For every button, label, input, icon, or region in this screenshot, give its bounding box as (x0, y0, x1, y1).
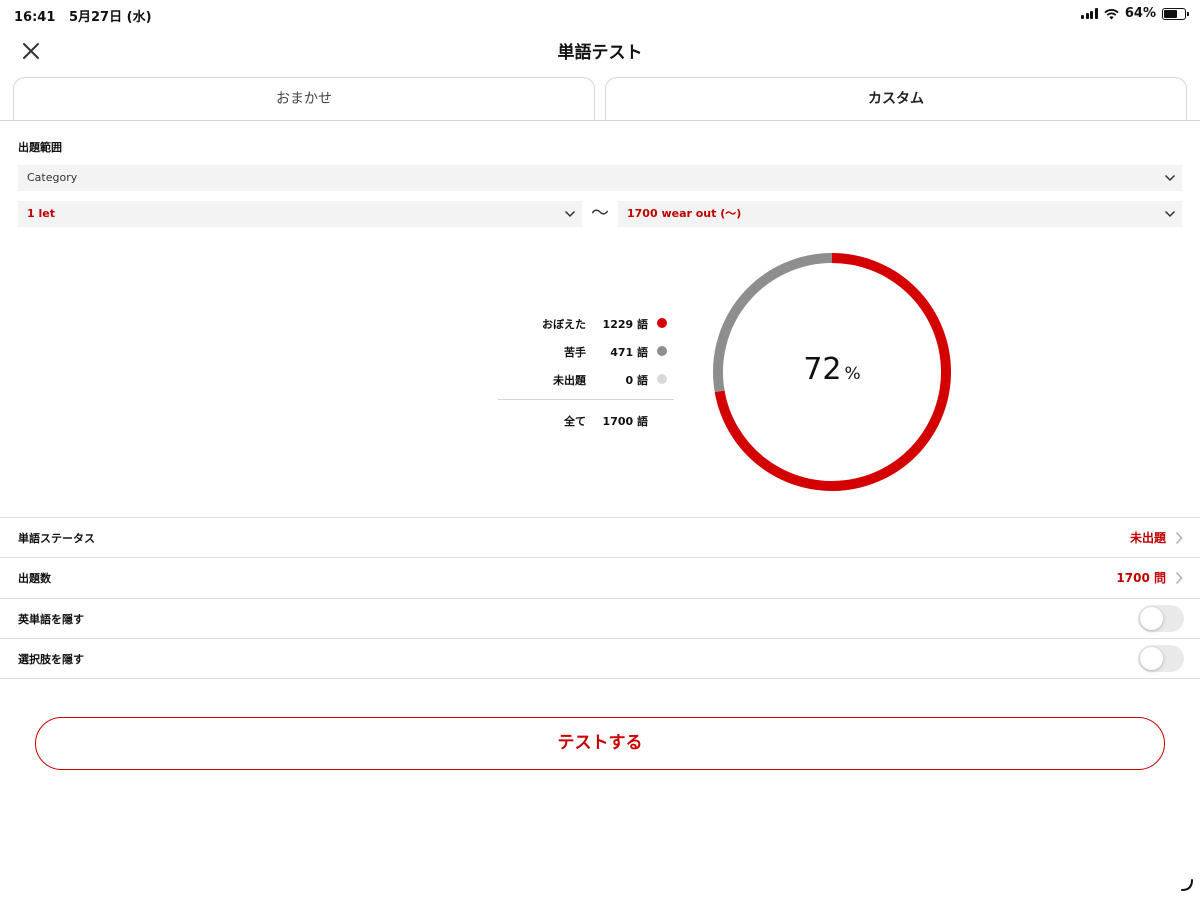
stat-row-weak: 苦手 471 語 (498, 340, 674, 368)
stat-value: 1700 語 (602, 415, 648, 428)
resize-handle-icon (1181, 879, 1193, 891)
stat-label: 未出題 (553, 374, 586, 387)
status-indicators: 64% (1081, 6, 1189, 21)
hide-choices-toggle[interactable] (1138, 645, 1184, 672)
stat-value: 0 語 (625, 374, 648, 387)
status-clock: 16:41 (14, 10, 56, 25)
chevron-down-icon (1164, 210, 1176, 218)
stat-value: 471 語 (610, 346, 648, 359)
question-count-label: 出題数 (18, 572, 51, 585)
range-start-value: 1 let (27, 207, 55, 220)
category-select-value: Category (27, 171, 78, 184)
battery-icon (1162, 7, 1189, 20)
stat-row-remembered: おぼえた 1229 語 (498, 312, 674, 340)
hide-english-toggle[interactable] (1138, 605, 1184, 632)
cellular-signal-icon (1081, 8, 1098, 19)
word-status-label: 単語ステータス (18, 532, 95, 545)
page-title: 単語テスト (557, 43, 643, 63)
stats-divider (498, 399, 674, 400)
tab-omakase[interactable]: おまかせ (13, 77, 595, 121)
percent-unit: % (844, 364, 861, 384)
question-count-value: 1700 問 (1116, 571, 1166, 585)
stat-label: 苦手 (564, 346, 586, 359)
chevron-down-icon (564, 210, 576, 218)
status-bar: 16:41 5月27日 (水) 64% (0, 0, 1200, 28)
range-start-select[interactable]: 1 let (18, 201, 582, 227)
word-status-value: 未出題 (1129, 531, 1166, 545)
hide-choices-row: 選択肢を隠す (0, 638, 1200, 678)
range-end-select[interactable]: 1700 wear out (〜) (618, 201, 1182, 227)
chevron-down-icon (1164, 174, 1176, 182)
start-test-button[interactable]: テストする (35, 717, 1165, 770)
settings-divider (0, 678, 1200, 679)
stat-row-unasked: 未出題 0 語 (498, 368, 674, 396)
category-select[interactable]: Category (18, 165, 1182, 191)
tab-custom[interactable]: カスタム (605, 77, 1187, 121)
chevron-right-icon (1175, 531, 1183, 545)
word-status-row[interactable]: 単語ステータス 未出題 (0, 517, 1200, 557)
chevron-right-icon (1175, 571, 1183, 585)
range-end-value: 1700 wear out (〜) (627, 207, 742, 220)
range-separator: 〜 (591, 203, 609, 224)
weak-dot-icon (657, 346, 667, 356)
battery-fill (1164, 9, 1177, 18)
percent-value: 72 (803, 352, 842, 387)
status-time: 16:41 5月27日 (水) (14, 6, 152, 25)
unasked-dot-icon (657, 374, 667, 384)
hide-choices-label: 選択肢を隠す (18, 653, 84, 666)
hide-english-label: 英単語を隠す (18, 613, 84, 626)
stat-row-total: 全て 1700 語 (498, 409, 674, 437)
stat-label: 全て (564, 415, 586, 428)
battery-percent: 64% (1124, 6, 1156, 21)
progress-percent: 72% (712, 352, 952, 387)
status-date: 5月27日 (水) (68, 10, 152, 25)
range-section-label: 出題範囲 (18, 141, 62, 154)
wifi-icon (1104, 8, 1119, 19)
remembered-dot-icon (657, 318, 667, 328)
stat-label: おぼえた (542, 318, 586, 331)
question-count-row[interactable]: 出題数 1700 問 (0, 557, 1200, 597)
stats-legend: おぼえた 1229 語 苦手 471 語 未出題 0 語 全て 1700 語 (498, 312, 674, 437)
toggle-knob (1140, 647, 1163, 670)
stat-value: 1229 語 (602, 318, 648, 331)
toggle-knob (1140, 607, 1163, 630)
tab-divider (0, 120, 1200, 121)
hide-english-row: 英単語を隠す (0, 598, 1200, 638)
